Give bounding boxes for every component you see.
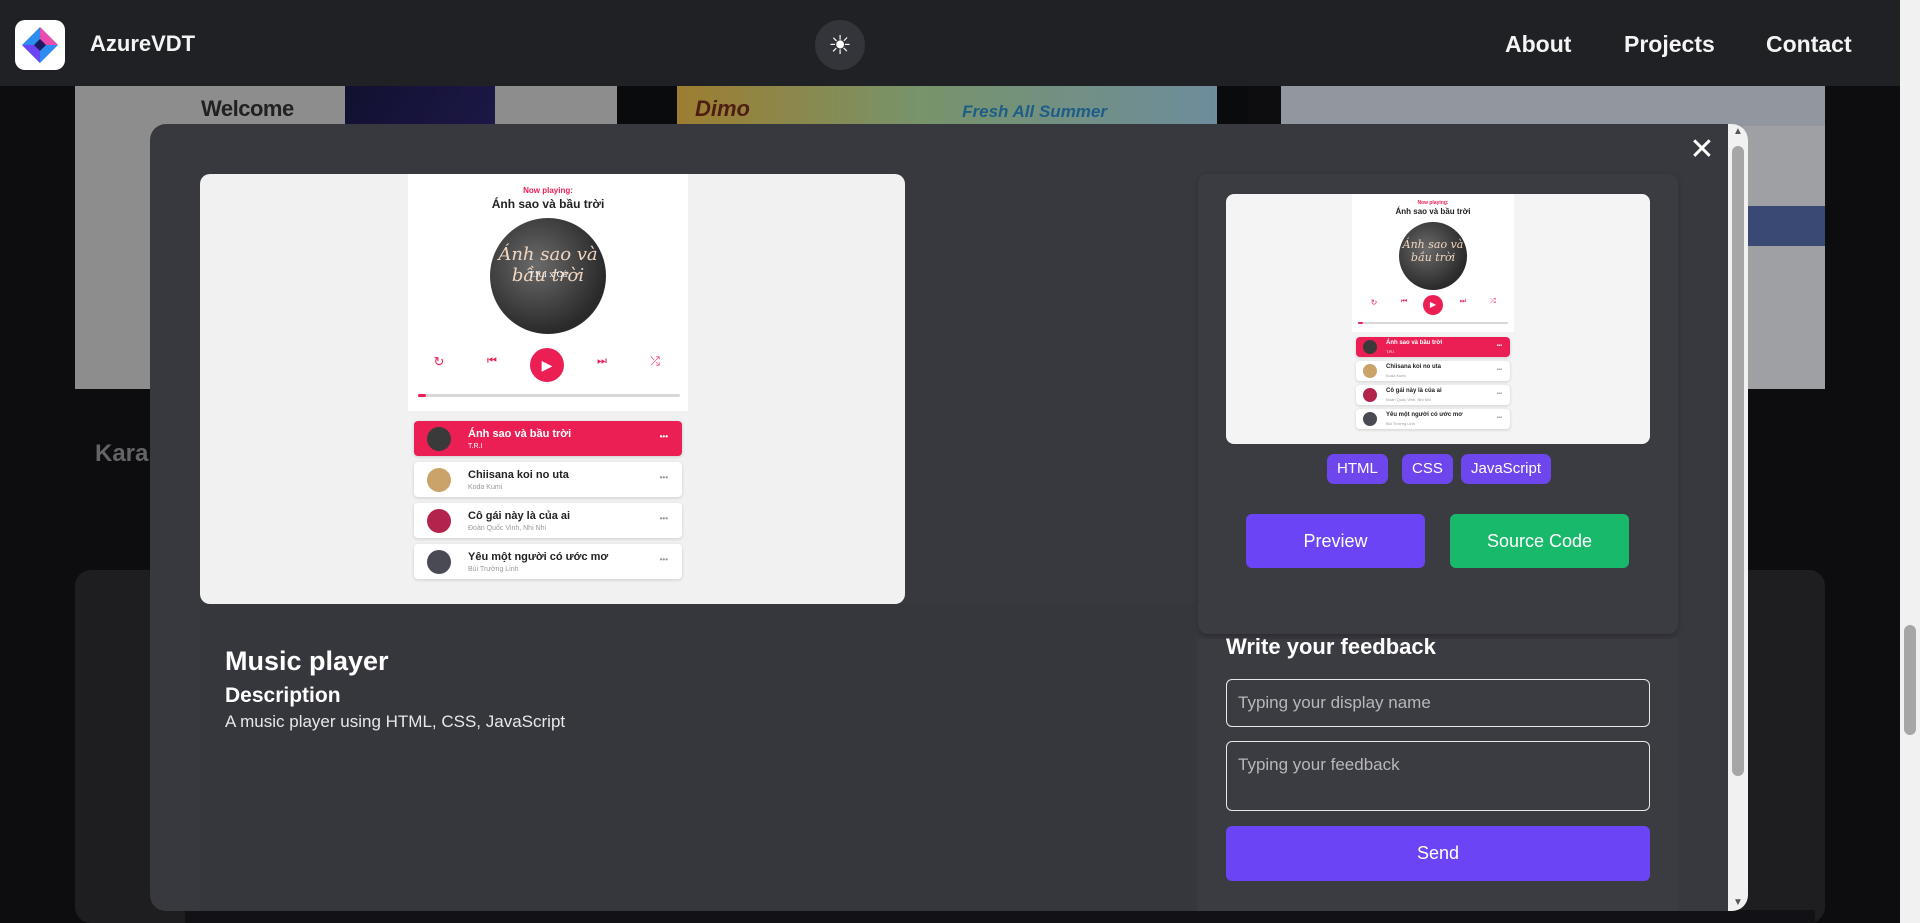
track-avatar [427,550,451,574]
track-artist: Koda Kumi [468,484,503,491]
thumb-track-avatar [1363,412,1377,426]
thumb-previous-icon: ⏮ [1400,298,1408,305]
thumb-track-artist: Koda Kumi [1386,373,1406,378]
send-button[interactable]: Send [1226,826,1650,881]
track-item[interactable]: Chiisana koi no uta Koda Kumi ••• [414,462,682,497]
thumb-repeat-icon: ↻ [1370,298,1378,307]
repeat-icon[interactable]: ↻ [430,354,448,370]
thumb-next-icon: ⏭ [1459,298,1467,305]
track-avatar [427,427,451,451]
thumb-play-icon: ▶ [1423,295,1443,315]
thumb-more-icon[interactable]: ••• [1497,343,1502,349]
thumb-player-header: Now playing: Ánh sao và bầu trời Ánh sao… [1352,194,1514,332]
play-button[interactable]: ▶ [530,348,564,382]
project-preview-image: Now playing: Ánh sao và bầu trời Ánh sao… [200,174,905,604]
logo-icon[interactable] [15,20,65,70]
project-thumbnail: Now playing: Ánh sao và bầu trời Ánh sao… [1226,194,1650,444]
thumb-more-icon[interactable]: ••• [1497,415,1502,421]
thumb-now-playing: Now playing: [1417,200,1449,206]
more-icon[interactable]: ••• [660,473,668,482]
thumb-disc: Ánh sao và bầu trời [1399,222,1467,290]
thumb-track-artist: Đoàn Quốc Vinh, Nhi Nhi [1386,397,1431,402]
progress-bar[interactable] [418,394,680,397]
preview-button[interactable]: Preview [1246,514,1425,568]
nav-projects[interactable]: Projects [1624,31,1715,58]
thumb-track-item[interactable]: Chiisana koi no uta Koda Kumi ••• [1356,361,1510,381]
next-icon[interactable]: ⏭ [593,355,611,368]
tag-javascript: JavaScript [1461,454,1552,484]
track-artist: Bùi Trường Linh [468,566,519,573]
thumb-progress-fill [1358,322,1363,324]
modal-scrollbar[interactable]: ▲ ▼ [1728,124,1748,911]
track-avatar [427,509,451,533]
thumb-track-avatar [1363,340,1377,354]
track-name: Ánh sao và bầu trời [468,428,572,440]
theme-toggle-button[interactable]: ☀ [815,20,865,70]
current-song-title: Ánh sao và bầu trời [491,197,605,211]
display-name-input[interactable] [1226,679,1650,727]
tag-css: CSS [1402,454,1453,484]
window-scrollbar[interactable] [1900,0,1920,923]
nav-contact[interactable]: Contact [1766,31,1852,58]
thumb-track-artist: Bùi Trường Linh [1386,421,1415,426]
previous-icon[interactable]: ⏮ [483,355,501,368]
more-icon[interactable]: ••• [660,555,668,564]
track-artist: Đoàn Quốc Vinh, Nhi Nhi [468,525,547,532]
track-item[interactable]: Cô gái này là của ai Đoàn Quốc Vinh, Nhi … [414,503,682,538]
shuffle-icon[interactable]: ⤮ [646,354,664,369]
scroll-down-arrow-icon[interactable]: ▼ [1728,897,1748,908]
modal-scrollbar-thumb[interactable] [1732,146,1744,776]
track-artist: T.R.I [468,443,483,450]
project-modal: ✕ ▲ ▼ Now playing: Ánh sao và bầu trời Á… [150,124,1748,911]
feedback-textarea[interactable] [1226,741,1650,811]
thumb-shuffle-icon: ⤮ [1490,298,1496,305]
more-icon[interactable]: ••• [660,432,668,441]
thumb-track-avatar [1363,364,1377,378]
thumb-track-artist: T.R.I [1386,349,1395,354]
thumb-track-avatar [1363,388,1377,402]
disc-title: Ánh sao và bầu trời [498,244,598,286]
more-icon[interactable]: ••• [660,514,668,523]
thumb-track-item[interactable]: Yêu một người có ước mơ Bùi Trường Linh ••… [1356,409,1510,429]
thumb-track-name: Chiisana koi no uta [1386,364,1442,370]
tag-html: HTML [1327,454,1388,484]
disc-artist: T.R.I x Cá [528,270,568,279]
progress-fill [418,394,426,397]
thumb-song-title: Ánh sao và bầu trời [1395,207,1471,216]
window-scrollbar-thumb[interactable] [1904,625,1916,735]
album-disc: Ánh sao và bầu trời T.R.I x Cá [490,218,606,334]
close-icon[interactable]: ✕ [1686,134,1718,166]
track-name: Chiisana koi no uta [468,469,569,481]
track-name: Cô gái này là của ai [468,510,571,522]
description-text: A music player using HTML, CSS, JavaScri… [225,712,566,731]
thumb-track-name: Ánh sao và bầu trời [1386,340,1443,346]
project-title: Music player [225,646,389,676]
track-item[interactable]: Yêu một người có ước mơ Bùi Trường Linh ••… [414,544,682,579]
track-name: Yêu một người có ước mơ [468,551,609,563]
nav-about[interactable]: About [1505,31,1571,58]
now-playing-label: Now playing: [523,186,573,195]
thumb-more-icon[interactable]: ••• [1497,367,1502,373]
player-header: Now playing: Ánh sao và bầu trời Ánh sao… [408,174,688,411]
track-avatar [427,468,451,492]
description-heading: Description [225,684,341,707]
track-item[interactable]: Ánh sao và bầu trời T.R.I ••• [414,421,682,456]
scroll-up-arrow-icon[interactable]: ▲ [1728,126,1748,137]
thumb-track-item[interactable]: Ánh sao và bầu trời T.R.I ••• [1356,337,1510,357]
sun-icon: ☀ [828,30,852,60]
thumb-track-name: Yêu một người có ước mơ [1386,412,1463,418]
thumb-progress-bar [1358,322,1508,324]
feedback-title: Write your feedback [1226,634,1436,659]
thumb-track-item[interactable]: Cô gái này là của ai Đoàn Quốc Vinh, Nhi … [1356,385,1510,405]
source-code-button[interactable]: Source Code [1450,514,1629,568]
navbar: AzureVDT ☀ About Projects Contact [0,0,1900,86]
brand-name[interactable]: AzureVDT [90,31,195,57]
thumb-track-name: Cô gái này là của ai [1386,388,1442,394]
thumb-disc-title: Ánh sao và bầu trời [1402,238,1464,264]
thumb-more-icon[interactable]: ••• [1497,391,1502,397]
